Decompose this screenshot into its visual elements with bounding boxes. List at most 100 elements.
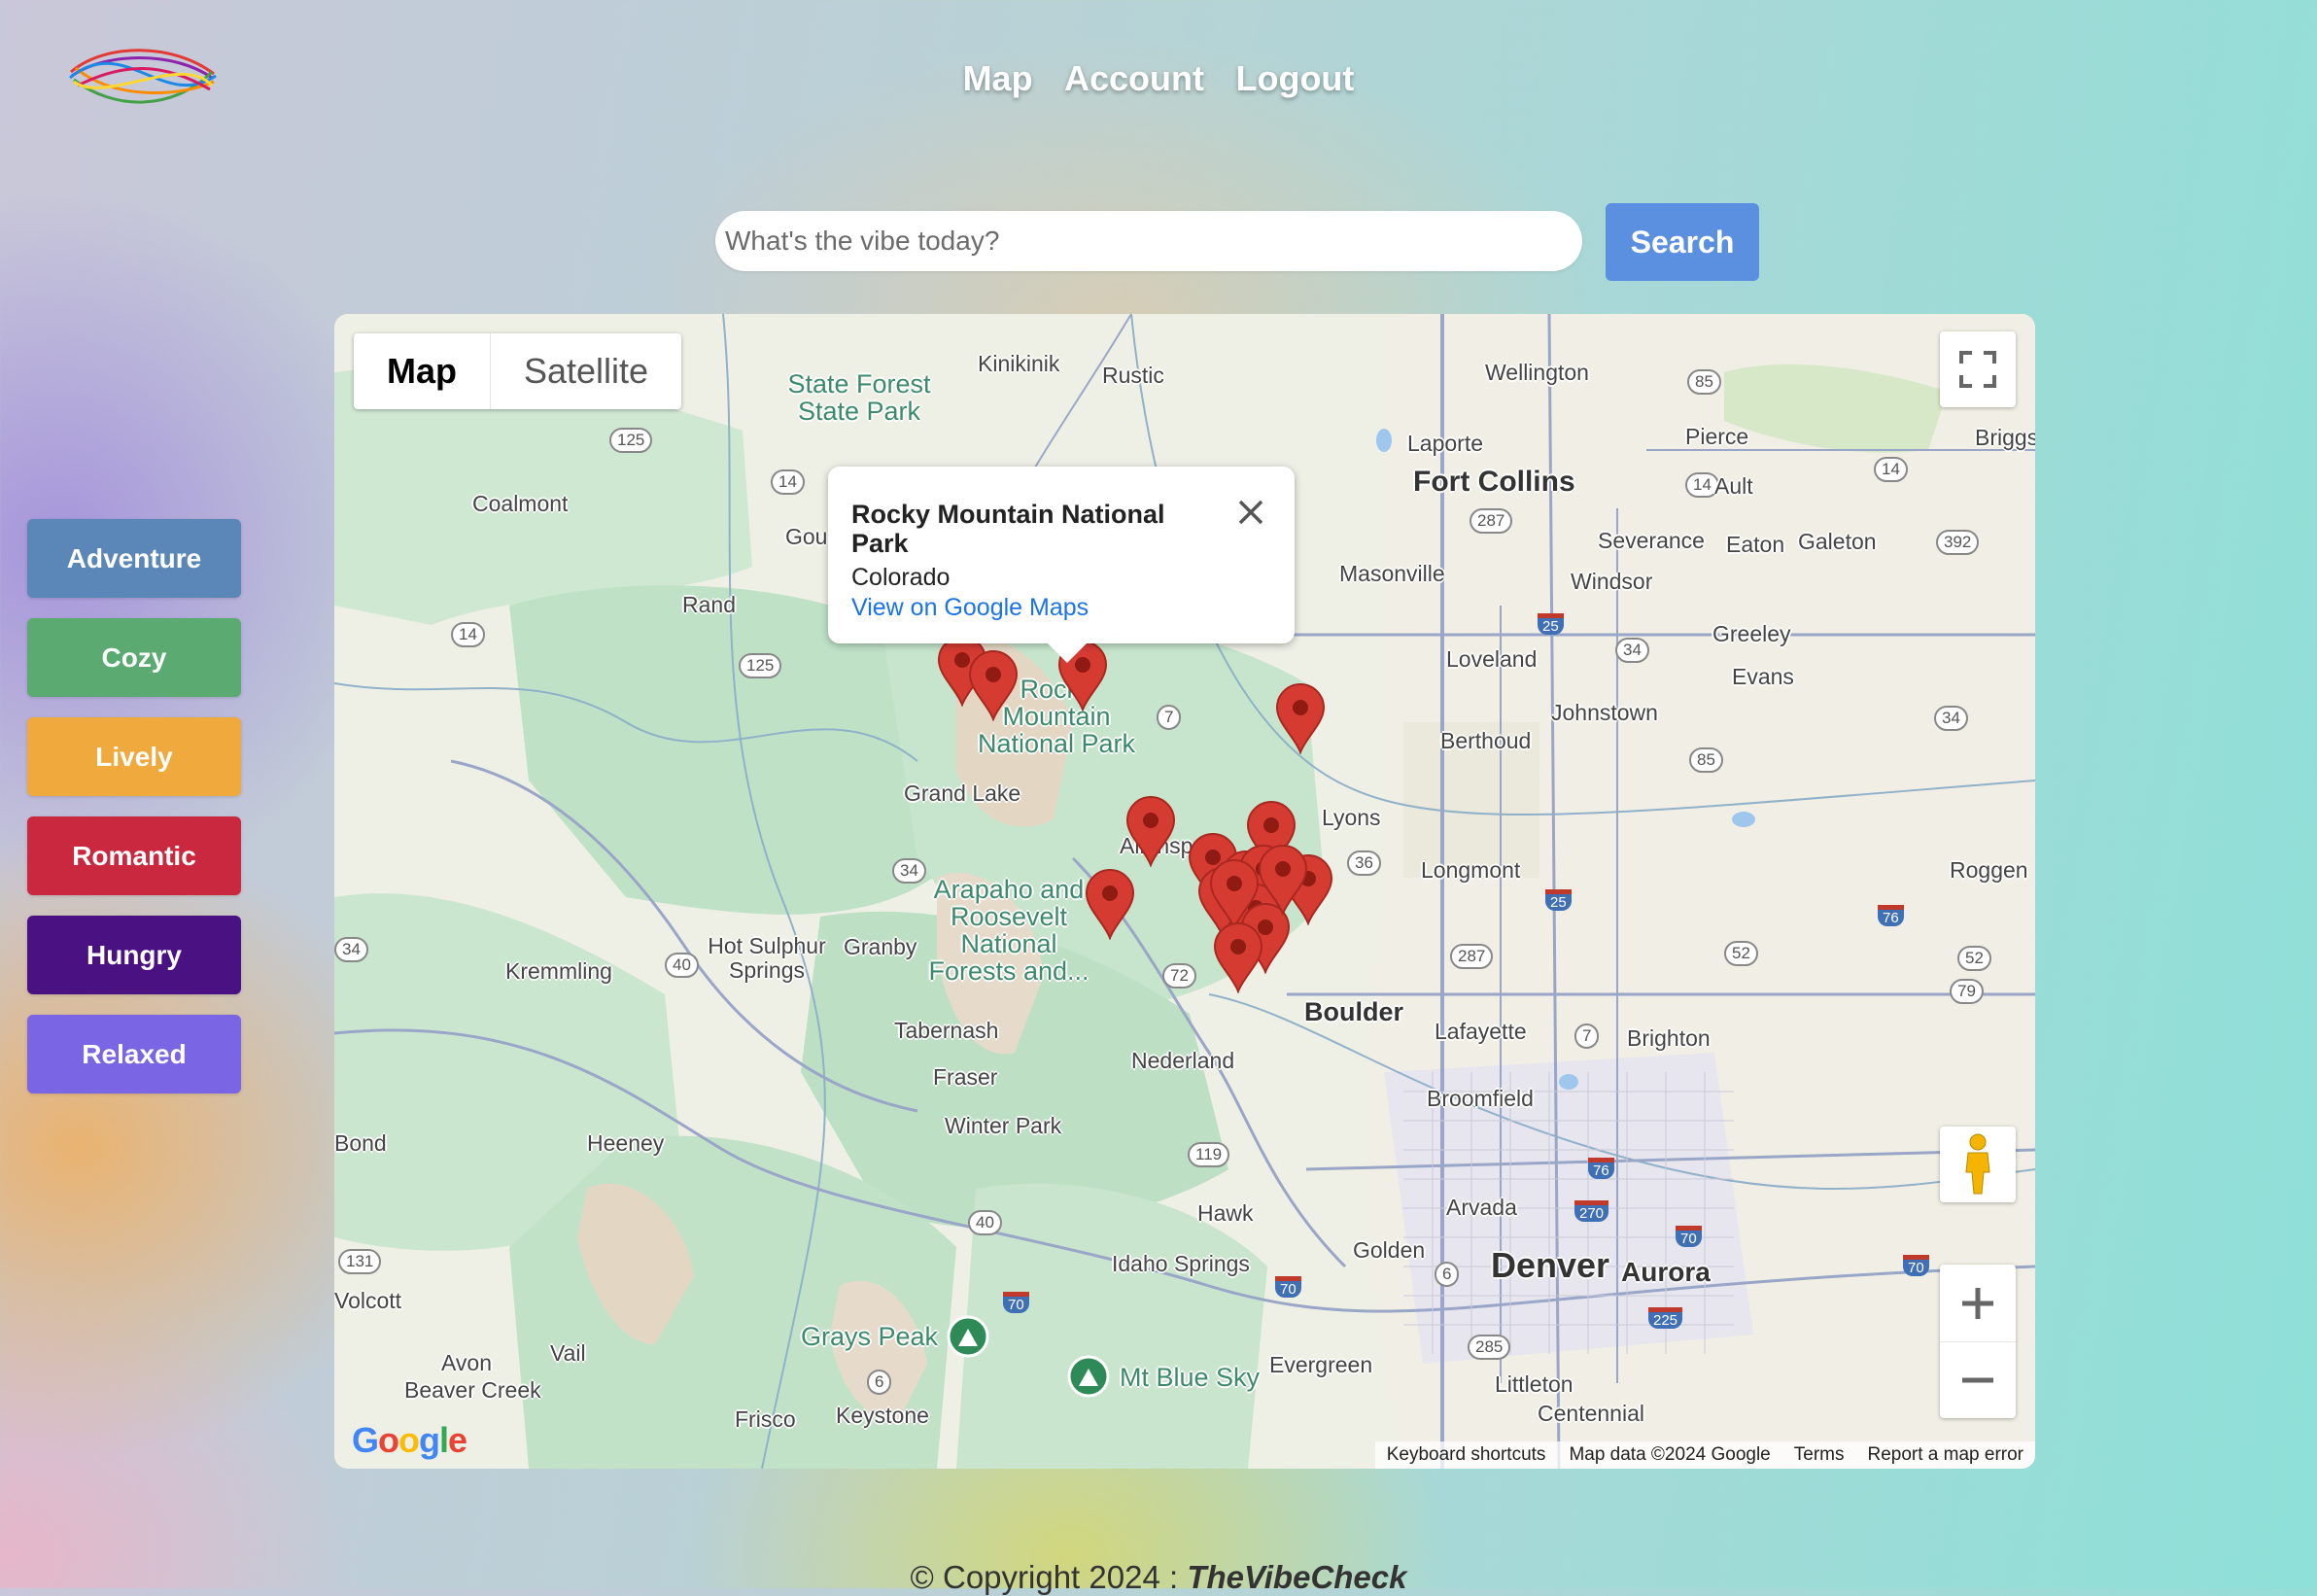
map-label-town: Idaho Springs	[1112, 1251, 1250, 1276]
route-shield: 119	[1188, 1142, 1230, 1167]
map-label-town: Lyons	[1322, 805, 1381, 830]
map-label-town: Evergreen	[1269, 1352, 1373, 1377]
map-label-town: Centennial	[1538, 1401, 1644, 1426]
map-label-town: Evans	[1732, 664, 1794, 689]
map-label-town: Fraser	[933, 1064, 998, 1090]
keyboard-shortcuts-link[interactable]: Keyboard shortcuts	[1375, 1441, 1558, 1469]
map-label-town: Bond	[334, 1130, 387, 1156]
map-label-town: Kinikinik	[978, 351, 1060, 376]
interstate-shield: 270	[1574, 1200, 1609, 1222]
map-label-town: Vail	[550, 1340, 586, 1366]
minus-icon	[1962, 1377, 1993, 1382]
info-window: Rocky Mountain National Park Colorado Vi…	[828, 467, 1295, 663]
map-label-park: Arapaho and Roosevelt National Forests a…	[928, 875, 1089, 986]
map-marker[interactable]	[968, 649, 1019, 722]
interstate-shield: 76	[1588, 1158, 1614, 1179]
route-shield: 14	[1874, 457, 1908, 482]
close-icon[interactable]	[1236, 498, 1265, 527]
google-logo-letter: e	[448, 1420, 467, 1460]
route-shield: 36	[1347, 850, 1381, 876]
info-window-subtitle: Colorado	[851, 564, 951, 591]
route-shield: 392	[1936, 530, 1980, 555]
route-shield: 14	[451, 622, 485, 647]
plus-icon	[1962, 1287, 1993, 1319]
map-label-town: Littleton	[1495, 1371, 1573, 1397]
map-label-city: Aurora	[1621, 1257, 1711, 1287]
info-window-title: Rocky Mountain National Park	[851, 500, 1165, 558]
interstate-shield: 70	[1903, 1255, 1929, 1276]
nav-logout-link[interactable]: Logout	[1235, 58, 1354, 99]
map-type-satellite-button[interactable]: Satellite	[491, 333, 681, 409]
map-marker[interactable]	[1258, 844, 1308, 917]
terms-link[interactable]: Terms	[1782, 1441, 1856, 1469]
map-label-park: Mt Blue Sky	[1120, 1363, 1261, 1392]
route-shield: 285	[1468, 1335, 1511, 1360]
route-shield: 85	[1689, 747, 1723, 773]
map-type-control: Map Satellite	[354, 333, 682, 409]
footer-copyright: © Copyright 2024 :	[910, 1559, 1188, 1595]
route-shield: 52	[1957, 946, 1991, 971]
report-map-error-link[interactable]: Report a map error	[1855, 1441, 2035, 1469]
map-label-town: Rand	[682, 592, 736, 617]
map-label-town: Tabernash	[894, 1018, 999, 1043]
map-label-town: Johnstown	[1551, 700, 1658, 725]
map-marker[interactable]	[1085, 868, 1135, 941]
map-type-map-button[interactable]: Map	[354, 333, 491, 409]
interstate-shield: 76	[1878, 905, 1904, 926]
vibe-hungry-button[interactable]: Hungry	[27, 916, 241, 994]
map-marker[interactable]	[1125, 795, 1176, 868]
map-marker[interactable]	[1275, 682, 1326, 755]
map-label-town: Longmont	[1421, 857, 1521, 883]
map-label-town: Avon	[441, 1350, 493, 1375]
map-label-town: Windsor	[1571, 569, 1653, 594]
vibe-romantic-button[interactable]: Romantic	[27, 816, 241, 895]
map-label-town: Severance	[1598, 528, 1705, 553]
map-label-town: Gou	[785, 524, 828, 549]
zoom-in-button[interactable]	[1940, 1266, 2016, 1342]
map-label-town: Grand Lake	[904, 781, 1021, 806]
map-label-town: Hot Sulphur Springs	[708, 933, 826, 983]
map-attribution: Keyboard shortcuts Map data ©2024 Google…	[1374, 1441, 2035, 1469]
nav-map-link[interactable]: Map	[963, 58, 1033, 99]
map-label-town: Ault	[1714, 473, 1753, 499]
vibe-lively-button[interactable]: Lively	[27, 717, 241, 796]
fullscreen-button[interactable]	[1940, 331, 2016, 407]
search-button[interactable]: Search	[1606, 203, 1759, 281]
route-shield: 52	[1724, 941, 1758, 966]
map-label-town: Lafayette	[1435, 1019, 1527, 1044]
google-logo[interactable]: Google	[352, 1420, 467, 1461]
interstate-shield: 225	[1648, 1307, 1683, 1329]
map-label-town: Nederland	[1131, 1048, 1235, 1073]
map-label-town: Beaver Creek	[404, 1377, 541, 1403]
google-map[interactable]: 125 14 14 125 7 34 36 40 72 119 40 34 13…	[334, 314, 2035, 1469]
footer: © Copyright 2024 : TheVibeCheck	[0, 1559, 2317, 1596]
map-data-text: Map data ©2024 Google	[1569, 1444, 1771, 1465]
street-view-pegman[interactable]	[1940, 1127, 2016, 1202]
zoom-out-button[interactable]	[1940, 1342, 2016, 1418]
route-shield: 34	[1615, 638, 1649, 663]
vibe-cozy-button[interactable]: Cozy	[27, 618, 241, 697]
map-label-town: Granby	[844, 934, 917, 959]
route-shield: 125	[739, 653, 782, 678]
map-marker[interactable]	[1209, 858, 1260, 931]
route-shield: 72	[1162, 963, 1196, 989]
pegman-icon	[1965, 1133, 1990, 1195]
map-label-city: Boulder	[1304, 997, 1404, 1026]
map-label-town: Golden	[1353, 1237, 1426, 1263]
vibe-relaxed-button[interactable]: Relaxed	[27, 1015, 241, 1093]
nav-account-link[interactable]: Account	[1064, 58, 1204, 99]
map-label-town: Greeley	[1712, 621, 1791, 646]
map-label-town: Berthoud	[1440, 728, 1532, 753]
top-nav: Map Account Logout	[0, 58, 2317, 99]
fullscreen-icon	[1959, 351, 1996, 388]
view-on-google-maps-link[interactable]: View on Google Maps	[851, 594, 1273, 622]
vibe-adventure-button[interactable]: Adventure	[27, 519, 241, 598]
map-label-town: Volcott	[334, 1288, 402, 1313]
map-label-town: Heeney	[587, 1130, 665, 1156]
google-logo-letter: G	[352, 1420, 379, 1460]
interstate-shield: 70	[1676, 1226, 1702, 1247]
map-label-town: Rustic	[1102, 363, 1164, 388]
vibe-button-list: Adventure Cozy Lively Romantic Hungry Re…	[27, 519, 241, 1114]
vibe-search-input[interactable]	[715, 211, 1582, 271]
map-marker[interactable]	[1213, 921, 1263, 994]
